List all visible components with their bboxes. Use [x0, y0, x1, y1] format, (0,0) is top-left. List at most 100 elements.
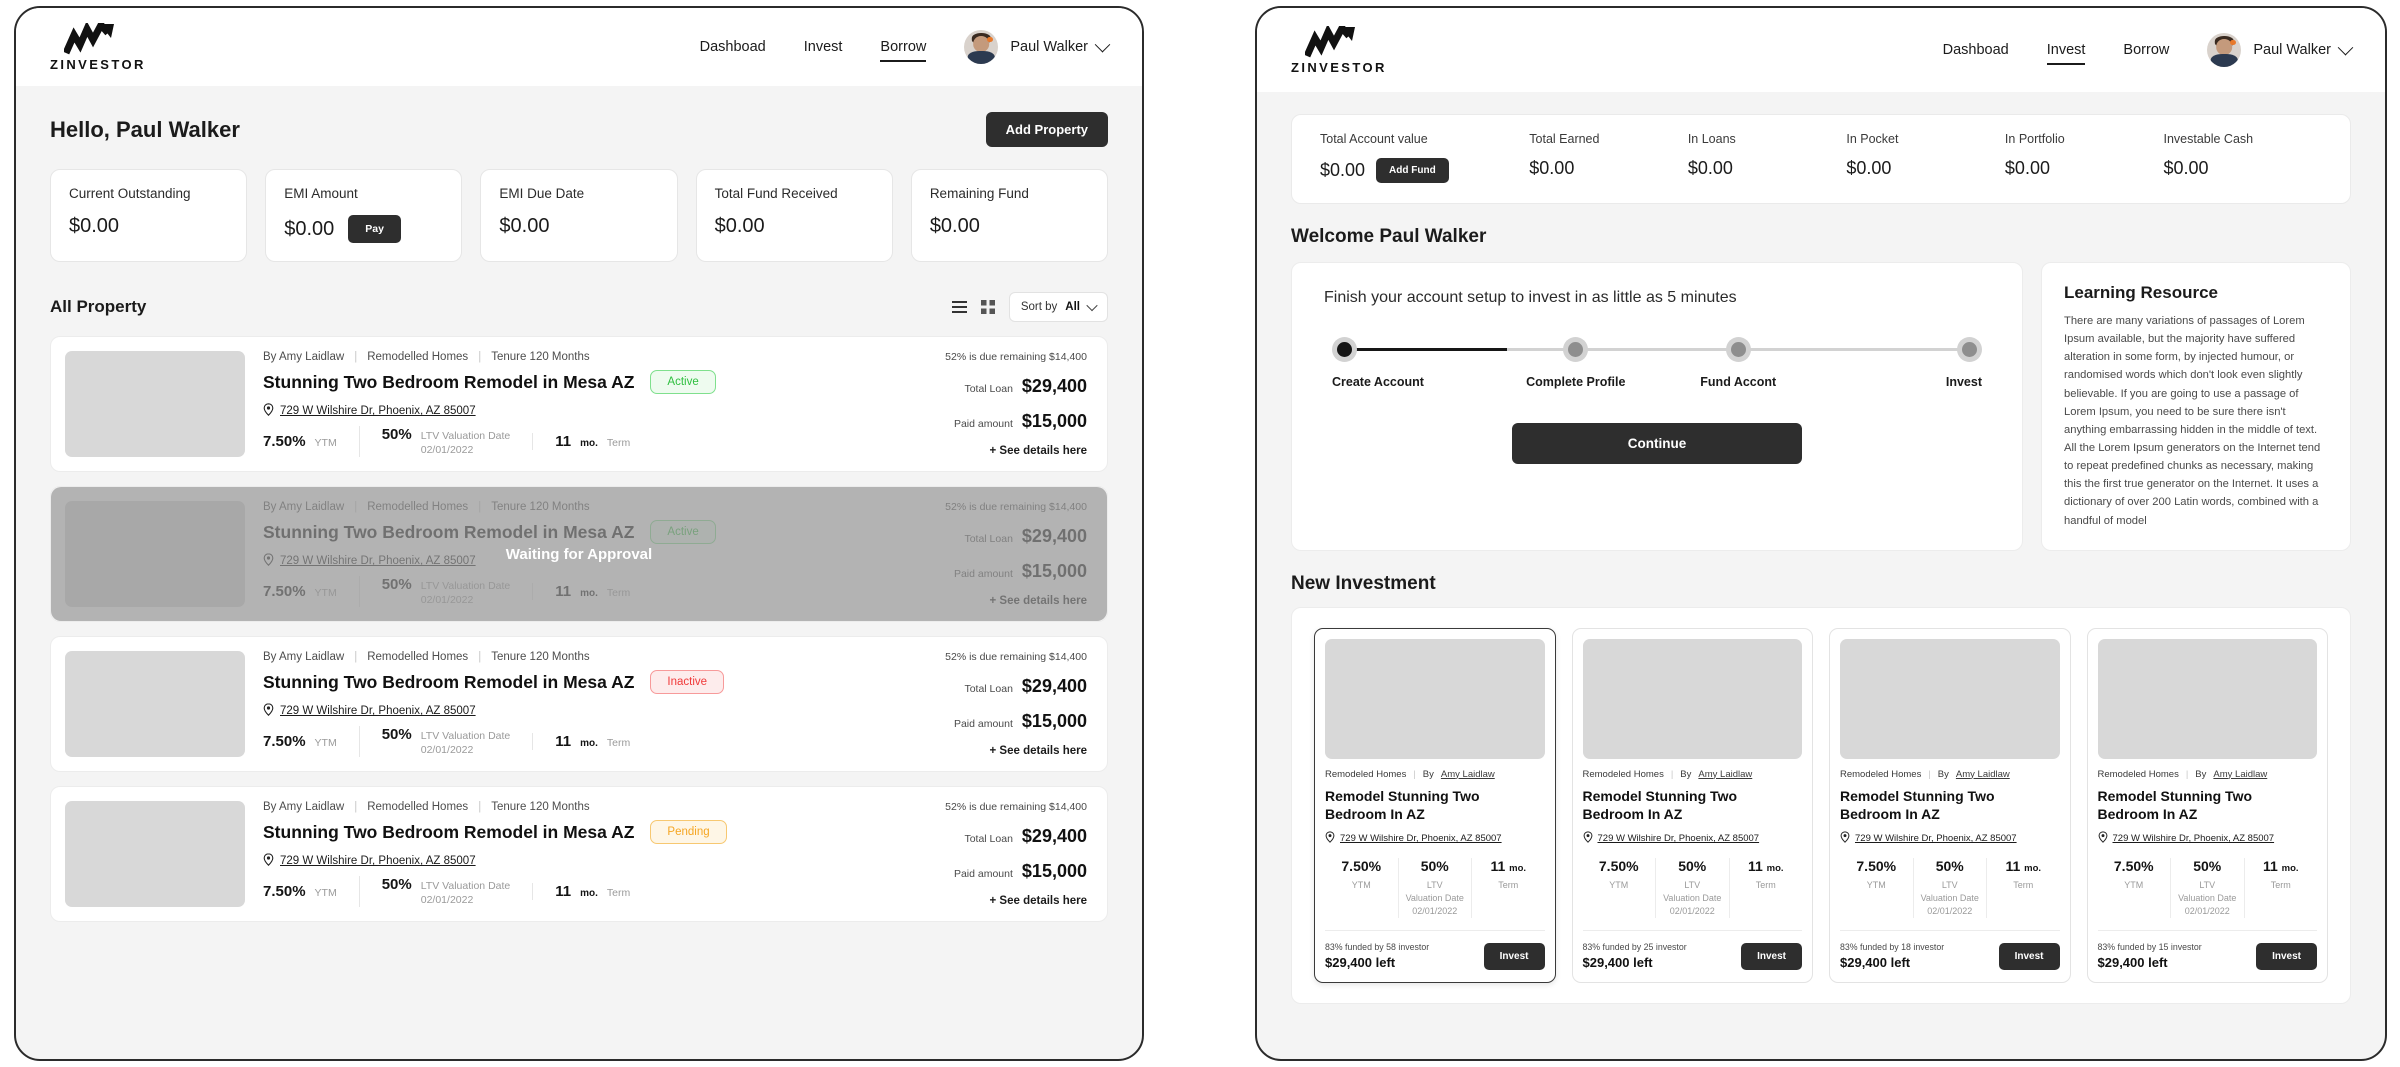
total-loan-label: Total Loan	[964, 383, 1013, 396]
see-details-link[interactable]: + See details here	[990, 445, 1088, 457]
borrow-stat-cards: Current Outstanding $0.00 EMI Amount $0.…	[50, 169, 1109, 262]
account-value: $0.00	[1846, 158, 1892, 178]
screenshot-stage: ZINVESTOR Dashboad Invest Borrow Paul Wa…	[0, 0, 2400, 1067]
step-fund-account[interactable]: Fund Accont	[1657, 337, 1820, 389]
account-label: Total Account value	[1320, 132, 1428, 146]
table-row[interactable]: By Amy Laidlaw| Remodelled Homes| Tenure…	[50, 486, 1108, 622]
investment-author[interactable]: Amy Laidlaw	[2213, 769, 2267, 780]
stat-card-total-fund-received: Total Fund Received $0.00	[695, 169, 893, 262]
investment-thumbnail	[2097, 638, 2317, 759]
map-pin-icon	[263, 403, 274, 419]
account-value: $0.00	[2163, 158, 2209, 178]
ytm-label: YTM	[1351, 880, 1371, 891]
ytm-value: 7.50%	[1598, 858, 1639, 875]
ytm-value: 7.50%	[263, 882, 306, 900]
user-menu[interactable]: Paul Walker	[2207, 33, 2354, 67]
ltv-value: 50%	[1420, 858, 1449, 875]
metric-ytm: 7.50% YTM	[263, 883, 359, 900]
investment-author-prefix: By	[1937, 768, 1949, 780]
step-create-account[interactable]: Create Account	[1332, 337, 1495, 389]
list-view-icon[interactable]	[951, 300, 967, 314]
sort-by-dropdown[interactable]: Sort by All	[1008, 292, 1108, 322]
pay-button[interactable]: Pay	[348, 215, 401, 243]
invest-button[interactable]: Invest	[1741, 943, 1802, 971]
step-invest[interactable]: Invest	[1820, 337, 1982, 389]
ltv-value: 50%	[381, 875, 412, 893]
table-row[interactable]: By Amy Laidlaw| Remodelled Homes| Tenure…	[50, 786, 1108, 922]
brand-logo[interactable]: ZINVESTOR	[50, 23, 146, 71]
property-address[interactable]: 729 W Wilshire Dr, Phoenix, AZ 85007	[263, 853, 927, 869]
property-author: By Amy Laidlaw	[263, 351, 345, 363]
term-value: 11	[2005, 858, 2021, 875]
investment-meta: Remodeled Homes | By Amy Laidlaw	[2097, 768, 2268, 780]
grid-view-icon[interactable]	[980, 300, 995, 314]
investment-category: Remodeled Homes	[2097, 768, 2179, 780]
investment-author[interactable]: Amy Laidlaw	[1956, 769, 2010, 780]
account-label: In Pocket	[1846, 132, 1899, 146]
step-complete-profile[interactable]: Complete Profile	[1495, 337, 1658, 389]
map-pin-icon	[1325, 831, 1335, 846]
investment-author[interactable]: Amy Laidlaw	[1698, 769, 1752, 780]
investment-metrics: 7.50% YTM 50% LTV Valuation Date 02/01/2…	[1325, 858, 1545, 932]
ytm-label: YTM	[1866, 880, 1886, 891]
term-label: Term	[1755, 880, 1776, 891]
nav-item-invest[interactable]: Invest	[804, 35, 843, 59]
property-metrics: 7.50% YTM 50% LTV Valuation Date02/01/20…	[263, 725, 927, 757]
total-loan-value: $29,400	[1021, 676, 1087, 697]
see-details-link[interactable]: + See details here	[990, 895, 1088, 907]
investment-author[interactable]: Amy Laidlaw	[1441, 769, 1495, 780]
investment-address[interactable]: 729 W Wilshire Dr, Phoenix, AZ 85007	[2098, 831, 2318, 846]
investment-address[interactable]: 729 W Wilshire Dr, Phoenix, AZ 85007	[1840, 831, 2060, 846]
list-item[interactable]: Remodeled Homes | By Amy Laidlaw Remodel S…	[1829, 627, 2071, 984]
property-address[interactable]: 729 W Wilshire Dr, Phoenix, AZ 85007	[263, 403, 927, 419]
account-value: $0.00	[1529, 158, 1575, 178]
invest-button[interactable]: Invest	[2256, 943, 2317, 971]
property-address[interactable]: 729 W Wilshire Dr, Phoenix, AZ 85007	[263, 703, 927, 719]
table-row[interactable]: By Amy Laidlaw| Remodelled Homes| Tenure…	[50, 636, 1108, 772]
ltv-value: 50%	[1678, 858, 1707, 875]
waiting-approval-overlay: Waiting for Approval	[51, 487, 1107, 621]
property-tenure: Tenure 120 Months	[491, 351, 590, 363]
stat-value: $0.00	[929, 215, 980, 237]
account-cell-in-loans: In Loans $0.00	[1688, 132, 1847, 179]
ltv-label: LTV Valuation Date 02/01/2022	[1663, 880, 1722, 917]
term-label: Term	[1498, 880, 1519, 891]
investment-address[interactable]: 729 W Wilshire Dr, Phoenix, AZ 85007	[1325, 831, 1545, 846]
sort-value: All	[1065, 301, 1080, 313]
ltv-label: LTV Valuation Date 02/01/2022	[1920, 880, 1979, 917]
step-dot-icon	[1725, 337, 1751, 362]
investment-address[interactable]: 729 W Wilshire Dr, Phoenix, AZ 85007	[1583, 831, 1803, 846]
continue-button[interactable]: Continue	[1512, 423, 1802, 464]
status-badge: Active	[650, 370, 716, 394]
list-item[interactable]: Remodeled Homes | By Amy Laidlaw Remodel S…	[1314, 627, 1556, 984]
list-item[interactable]: Remodeled Homes | By Amy Laidlaw Remodel S…	[1571, 627, 1813, 984]
ltv-date: 02/01/2022	[420, 893, 474, 906]
nav-item-dashboard[interactable]: Dashboad	[700, 35, 766, 59]
investment-category: Remodeled Homes	[1582, 768, 1664, 780]
brand-logo[interactable]: ZINVESTOR	[1291, 26, 1387, 74]
nav-item-borrow[interactable]: Borrow	[2123, 38, 2169, 62]
funded-text: 83% funded by 15 investor	[2097, 942, 2202, 953]
nav-item-invest[interactable]: Invest	[2046, 38, 2085, 65]
stat-value: $0.00	[499, 215, 550, 237]
list-item[interactable]: Remodeled Homes | By Amy Laidlaw Remodel S…	[2086, 627, 2328, 984]
ltv-date: 02/01/2022	[420, 743, 474, 756]
add-property-button[interactable]: Add Property	[985, 112, 1108, 147]
nav-item-borrow[interactable]: Borrow	[880, 35, 926, 62]
chevron-down-icon	[1094, 36, 1111, 52]
add-fund-button[interactable]: Add Fund	[1376, 158, 1449, 183]
term-label: Term	[606, 736, 631, 749]
invest-button[interactable]: Invest	[1483, 943, 1545, 971]
invest-button[interactable]: Invest	[1998, 943, 2060, 971]
account-value: $0.00	[1687, 158, 1733, 178]
metric-ltv: 50% LTV Valuation Date02/01/2022	[358, 725, 533, 757]
nav-item-dashboard[interactable]: Dashboad	[1943, 38, 2009, 62]
stat-value: $0.00	[714, 215, 765, 237]
term-value: 11	[555, 882, 572, 900]
property-title: Stunning Two Bedroom Remodel in Mesa AZ	[263, 671, 635, 692]
property-amounts: 52% is due remaining $14,400 Total Loan $…	[945, 801, 1087, 907]
see-details-link[interactable]: + See details here	[990, 745, 1088, 757]
account-label: Investable Cash	[2163, 132, 2254, 146]
user-menu[interactable]: Paul Walker	[964, 30, 1111, 64]
table-row[interactable]: By Amy Laidlaw| Remodelled Homes| Tenure…	[50, 336, 1108, 472]
